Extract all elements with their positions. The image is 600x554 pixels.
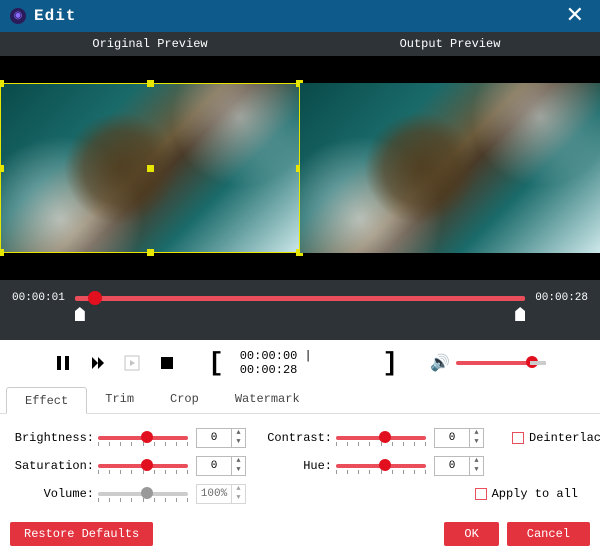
volume-control: 🔊: [430, 353, 546, 373]
mark-out-button[interactable]: ]: [382, 350, 398, 376]
preview-area: Original Preview Output Preview 00:00:01: [0, 32, 600, 340]
volume-down[interactable]: ▼: [232, 494, 245, 503]
volume-label: Volume:: [8, 487, 98, 501]
contrast-slider[interactable]: [336, 436, 426, 440]
original-preview-pane[interactable]: [0, 56, 300, 280]
brightness-slider[interactable]: [98, 436, 188, 440]
timeline-total-time: 00:00:28: [535, 288, 588, 304]
saturation-up[interactable]: ▲: [232, 457, 245, 466]
hue-slider[interactable]: [336, 464, 426, 468]
playback-controls: [ 00:00:00 | 00:00:28 ] 🔊: [0, 340, 600, 386]
saturation-slider[interactable]: [98, 464, 188, 468]
saturation-spinner[interactable]: 0▲▼: [196, 456, 246, 476]
hue-down[interactable]: ▼: [470, 466, 483, 475]
brightness-down[interactable]: ▼: [232, 438, 245, 447]
footer: Restore Defaults OK Cancel: [0, 514, 600, 554]
timeline-track[interactable]: [75, 288, 525, 327]
timeline-playhead[interactable]: [88, 291, 102, 305]
effect-volume-spinner[interactable]: 100%▲▼: [196, 484, 246, 504]
pause-button[interactable]: [54, 353, 73, 373]
speaker-icon[interactable]: 🔊: [430, 353, 450, 373]
timeline-current-time: 00:00:01: [12, 288, 65, 304]
next-frame-button[interactable]: [89, 353, 108, 373]
hue-label: Hue:: [266, 459, 336, 473]
close-button[interactable]: ✕: [560, 3, 590, 29]
contrast-spinner[interactable]: 0▲▼: [434, 428, 484, 448]
contrast-up[interactable]: ▲: [470, 429, 483, 438]
hue-up[interactable]: ▲: [470, 457, 483, 466]
output-preview-label: Output Preview: [300, 32, 600, 56]
volume-up[interactable]: ▲: [232, 485, 245, 494]
contrast-down[interactable]: ▼: [470, 438, 483, 447]
mark-in-button[interactable]: [: [208, 350, 224, 376]
volume-slider[interactable]: [456, 361, 546, 365]
tab-watermark[interactable]: Watermark: [217, 386, 318, 413]
brightness-up[interactable]: ▲: [232, 429, 245, 438]
brightness-label: Brightness:: [8, 431, 98, 445]
deinterlacing-checkbox[interactable]: [512, 432, 524, 444]
range-in-time: 00:00:00: [240, 349, 298, 363]
output-preview-pane: [300, 56, 600, 280]
tab-crop[interactable]: Crop: [152, 386, 217, 413]
window-title: Edit: [34, 7, 76, 25]
stop-button[interactable]: [158, 353, 177, 373]
titlebar: ◉ Edit ✕: [0, 0, 600, 32]
apply-to-all-label: Apply to all: [492, 487, 578, 501]
saturation-down[interactable]: ▼: [232, 466, 245, 475]
range-out-time: 00:00:28: [240, 363, 298, 377]
effect-volume-slider[interactable]: [98, 492, 188, 496]
app-icon: ◉: [10, 8, 26, 24]
contrast-label: Contrast:: [266, 431, 336, 445]
tabs: Effect Trim Crop Watermark: [0, 386, 600, 414]
effects-panel: Brightness: 0▲▼ Contrast: 0▲▼ Deinterlac…: [0, 414, 600, 514]
deinterlacing-label: Deinterlacing: [529, 431, 600, 445]
volume-thumb[interactable]: [526, 356, 538, 368]
timeline: 00:00:01 00:00:28: [0, 280, 600, 340]
cancel-button[interactable]: Cancel: [507, 522, 590, 546]
mark-in-handle[interactable]: [75, 307, 85, 321]
tab-effect[interactable]: Effect: [6, 387, 87, 414]
brightness-spinner[interactable]: 0▲▼: [196, 428, 246, 448]
output-preview-image: [300, 83, 600, 253]
step-button[interactable]: [123, 353, 142, 373]
mark-out-handle[interactable]: [515, 307, 525, 321]
range-times: 00:00:00 | 00:00:28: [240, 349, 367, 377]
original-preview-label: Original Preview: [0, 32, 300, 56]
tab-trim[interactable]: Trim: [87, 386, 152, 413]
apply-to-all-checkbox[interactable]: [475, 488, 487, 500]
hue-spinner[interactable]: 0▲▼: [434, 456, 484, 476]
ok-button[interactable]: OK: [444, 522, 498, 546]
original-preview-image: [0, 83, 300, 253]
restore-defaults-button[interactable]: Restore Defaults: [10, 522, 153, 546]
saturation-label: Saturation:: [8, 459, 98, 473]
